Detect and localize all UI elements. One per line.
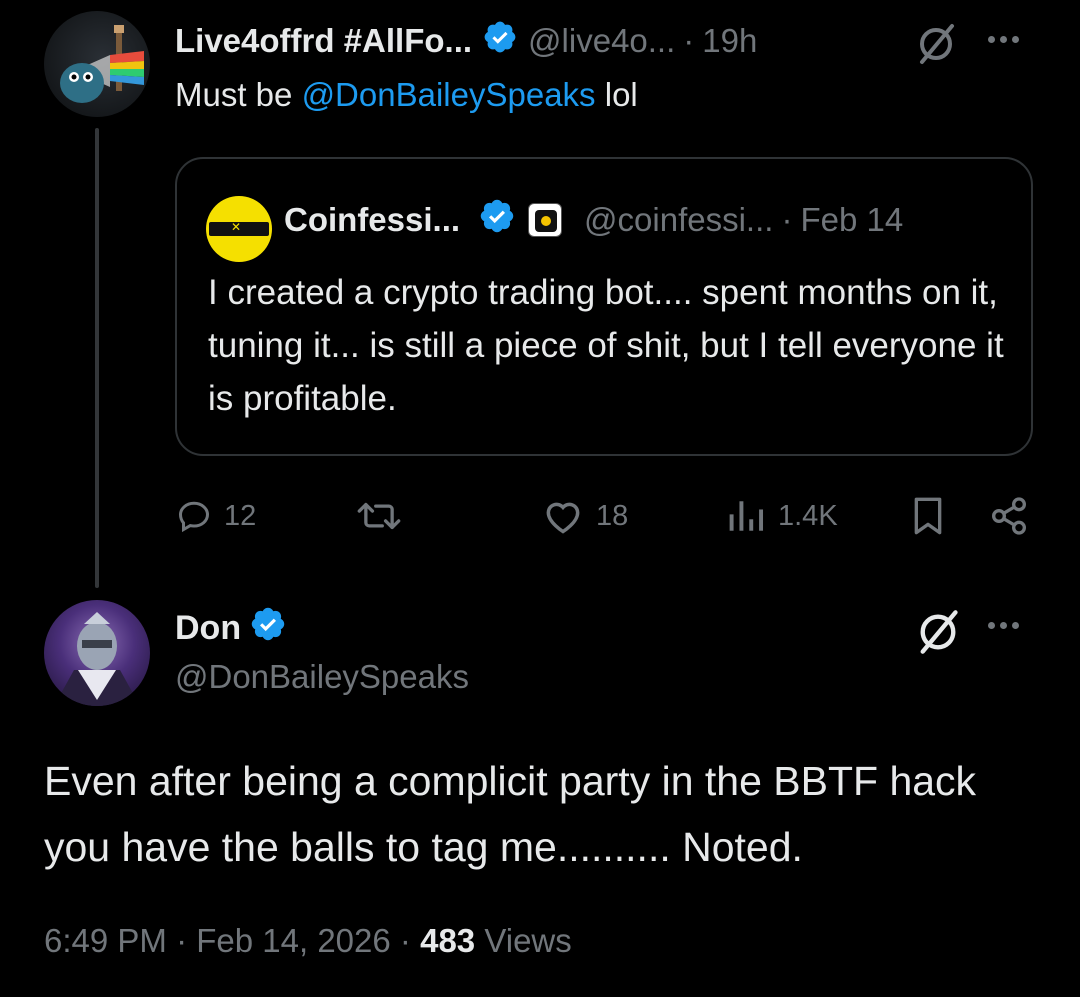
like-action[interactable]: 18 xyxy=(542,494,628,538)
reply-icon xyxy=(178,501,210,533)
author-name[interactable]: Live4offrd #AllFo... xyxy=(175,22,472,60)
author-handle[interactable]: @DonBaileySpeaks xyxy=(175,658,469,696)
views-count: 1.4K xyxy=(778,499,838,532)
reply-count: 12 xyxy=(224,499,257,532)
reply-text-suffix: lol xyxy=(595,76,638,113)
reply-text-prefix: Must be xyxy=(175,76,302,113)
views-chart-icon xyxy=(729,501,764,531)
quoted-author-handle: @coinfessi... xyxy=(584,201,774,238)
tweet-date[interactable]: Feb 14, 2026 xyxy=(196,922,391,959)
avatar[interactable] xyxy=(44,600,150,706)
like-count: 18 xyxy=(596,499,629,532)
more-options-icon[interactable] xyxy=(988,622,1019,629)
quoted-date: Feb 14 xyxy=(800,201,904,238)
grok-icon[interactable] xyxy=(914,22,958,71)
main-tweet-text: Even after being a complicit party in th… xyxy=(44,758,977,870)
thread-line xyxy=(95,128,99,588)
quoted-author-name: Coinfessi... xyxy=(284,201,461,238)
verified-badge-icon xyxy=(478,197,516,243)
verified-badge-icon[interactable] xyxy=(482,19,518,63)
separator: · xyxy=(399,922,411,959)
quoted-tweet-text: I created a crypto trading bot.... spent… xyxy=(208,273,1004,418)
reply-tweet-header: Live4offrd #AllFo... @live4o... · 19h xyxy=(175,18,757,64)
mention-link[interactable]: @DonBaileySpeaks xyxy=(302,76,596,113)
repost-action[interactable] xyxy=(356,494,414,538)
views-action[interactable]: 1.4K xyxy=(726,494,838,538)
verified-badge-icon[interactable] xyxy=(249,605,287,652)
share-action[interactable] xyxy=(988,494,1030,538)
heart-icon xyxy=(546,502,580,534)
tweet-time[interactable]: 6:49 PM xyxy=(44,922,167,959)
bookmark-icon xyxy=(914,497,942,535)
quoted-tweet-header: Coinfessi... @coinfessi... · Feb 14 xyxy=(284,197,903,243)
grok-icon[interactable] xyxy=(914,608,962,661)
tweet-meta: 6:49 PM · Feb 14, 2026 · 483 Views xyxy=(44,922,572,960)
affiliate-badge-icon xyxy=(528,203,563,237)
author-name[interactable]: Don xyxy=(175,609,241,648)
quoted-author-avatar[interactable]: ✕ xyxy=(206,196,272,262)
bookmark-action[interactable] xyxy=(910,494,946,538)
separator: · xyxy=(781,201,793,238)
views-label: Views xyxy=(475,922,572,959)
avatar-image xyxy=(60,25,144,103)
share-icon xyxy=(991,497,1027,535)
views-count: 483 xyxy=(420,922,476,959)
separator: · xyxy=(683,22,695,59)
reply-tweet-text: Must be @DonBaileySpeaks lol xyxy=(175,76,638,114)
timestamp[interactable]: 19h xyxy=(702,22,757,60)
repost-icon xyxy=(357,502,401,530)
more-options-icon[interactable] xyxy=(988,36,1019,43)
author-handle[interactable]: @live4o... xyxy=(528,22,675,60)
separator: · xyxy=(176,922,188,959)
avatar-image xyxy=(54,612,140,706)
reply-action[interactable]: 12 xyxy=(176,494,256,538)
avatar[interactable] xyxy=(44,11,150,117)
main-tweet-header: Don xyxy=(175,605,297,651)
